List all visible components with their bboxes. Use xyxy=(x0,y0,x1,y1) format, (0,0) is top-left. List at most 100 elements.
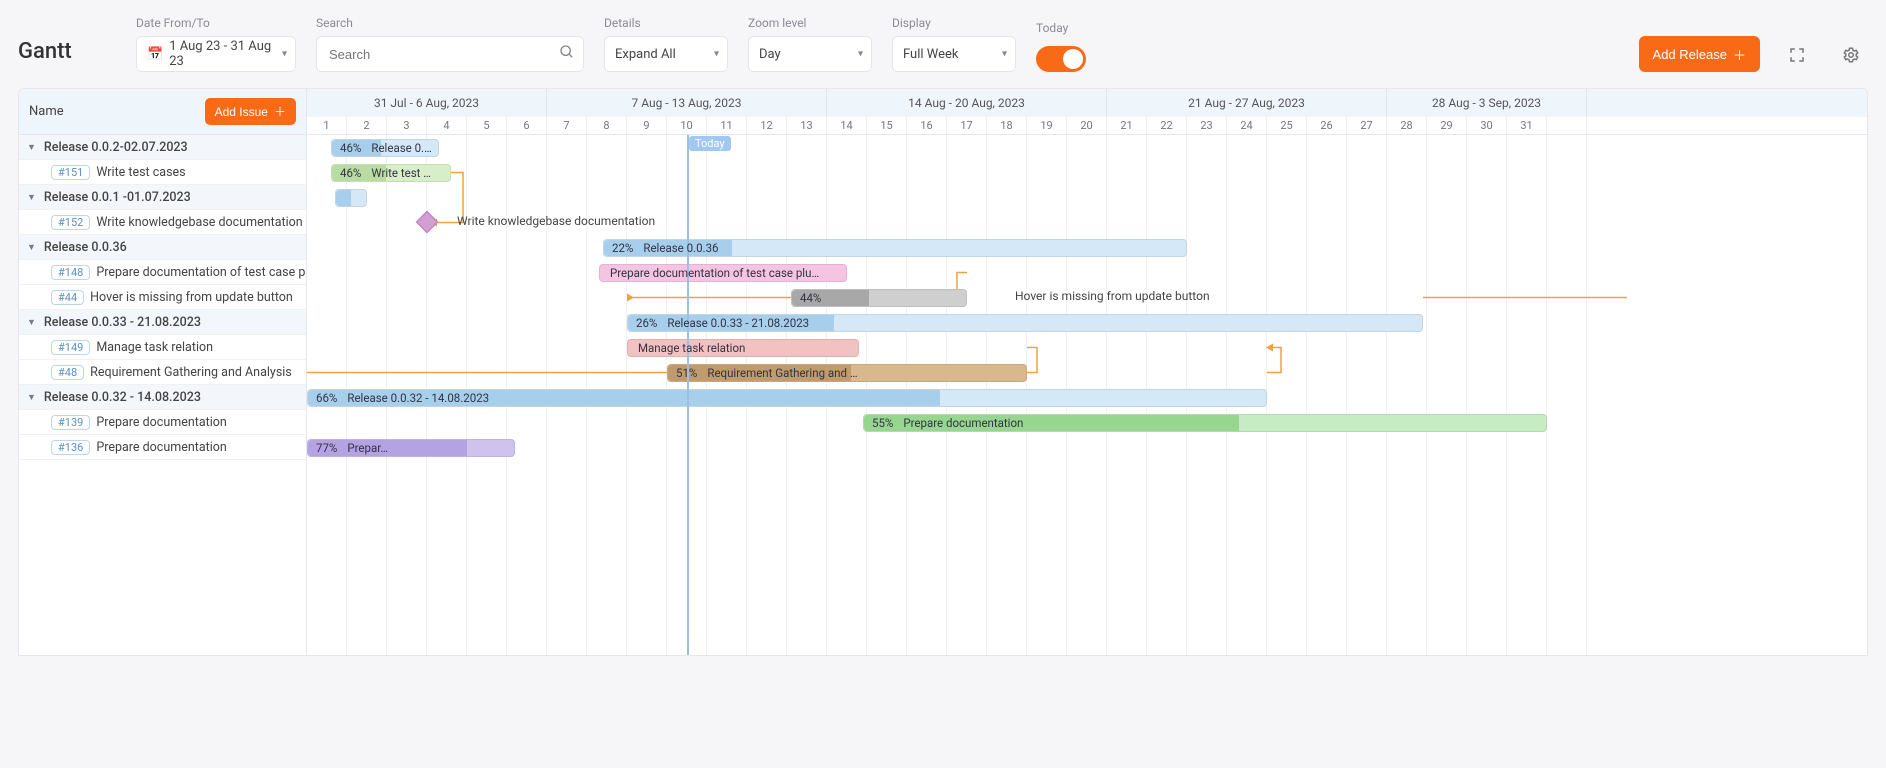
gantt-bar-label: Release 0.… xyxy=(361,141,431,155)
gantt-bar[interactable]: 51%Requirement Gathering and … xyxy=(667,364,1027,382)
day-header: 23 xyxy=(1187,117,1227,134)
day-header: 13 xyxy=(787,117,827,134)
gantt-bar[interactable]: 66%Release 0.0.32 - 14.08.2023 xyxy=(307,389,1267,407)
add-issue-button[interactable]: Add Issue ＋ xyxy=(205,98,296,125)
gantt-bar[interactable]: Manage task relation xyxy=(627,339,859,357)
date-label: Date From/To xyxy=(136,16,296,30)
gantt-bar-pct: 55% xyxy=(864,416,893,430)
day-header: 15 xyxy=(867,117,907,134)
day-header: 14 xyxy=(827,117,867,134)
release-label: Release 0.0.1 -01.07.2023 xyxy=(44,190,191,205)
chevron-down-icon: ▾ xyxy=(1002,49,1007,60)
settings-button[interactable] xyxy=(1834,38,1868,72)
issue-label: Requirement Gathering and Analysis xyxy=(90,365,292,380)
milestone-icon[interactable] xyxy=(416,211,439,234)
search-label: Search xyxy=(316,16,584,30)
issue-label: Manage task relation xyxy=(96,340,213,355)
release-row[interactable]: ▼Release 0.0.32 - 14.08.2023 xyxy=(19,385,306,410)
search-control: Search xyxy=(316,16,584,72)
gantt-bar[interactable] xyxy=(335,189,367,207)
day-header: 31 xyxy=(1507,117,1547,134)
page-title: Gantt xyxy=(18,39,116,72)
gantt-bar[interactable]: 77%Prepar… xyxy=(307,439,515,457)
issue-label: Write test cases xyxy=(96,165,185,180)
gantt-bar[interactable]: 46%Write test … xyxy=(331,164,451,182)
display-value: Full Week xyxy=(903,47,958,62)
day-header: 1 xyxy=(307,117,347,134)
issue-tag[interactable]: #48 xyxy=(51,365,84,380)
day-header: 3 xyxy=(387,117,427,134)
gantt-bar[interactable]: 26%Release 0.0.33 - 21.08.2023 xyxy=(627,314,1423,332)
release-row[interactable]: ▼ Release 0.0.36 xyxy=(19,235,306,260)
date-range-value: 1 Aug 23 - 31 Aug 23 xyxy=(169,39,285,69)
issue-tag[interactable]: #44 xyxy=(51,290,84,305)
zoom-value: Day xyxy=(759,47,781,62)
gantt-bar[interactable]: 55%Prepare documentation xyxy=(863,414,1547,432)
day-header: 12 xyxy=(747,117,787,134)
issue-label: Prepare documentation xyxy=(96,440,226,455)
date-range-header: 7 Aug - 13 Aug, 2023 xyxy=(547,89,827,117)
issue-tag[interactable]: #151 xyxy=(51,165,90,180)
release-label: Release 0.0.36 xyxy=(44,240,127,255)
day-header: 4 xyxy=(427,117,467,134)
gantt-bar[interactable]: Prepare documentation of test case plu… xyxy=(599,264,847,282)
today-toggle[interactable] xyxy=(1036,46,1086,72)
task-row[interactable]: #149 Manage task relation xyxy=(19,335,306,360)
search-input-wrap[interactable] xyxy=(316,36,584,72)
gantt-bar-label: Prepare documentation xyxy=(893,416,1023,430)
display-control: Display Full Week ▾ xyxy=(892,16,1016,72)
zoom-select[interactable]: Day ▾ xyxy=(748,36,872,72)
collapse-icon: ▼ xyxy=(27,242,36,253)
issue-label: Hover is missing from update button xyxy=(90,290,293,305)
gear-icon xyxy=(1842,46,1860,64)
release-row[interactable]: ▼Release 0.0.2-02.07.2023 xyxy=(19,135,306,160)
milestone-label: Write knowledgebase documentation xyxy=(457,214,655,228)
gantt-bar[interactable]: 44% xyxy=(791,289,967,307)
bar-side-label: Hover is missing from update button xyxy=(1015,289,1210,303)
day-header: 2 xyxy=(347,117,387,134)
details-control: Details Expand All ▾ xyxy=(604,16,728,72)
issue-tag[interactable]: #136 xyxy=(51,440,90,455)
date-range-header: 14 Aug - 20 Aug, 2023 xyxy=(827,89,1107,117)
task-row[interactable]: #152Write knowledgebase documentation xyxy=(19,210,306,235)
day-header: 28 xyxy=(1387,117,1427,134)
details-value: Expand All xyxy=(615,47,676,62)
task-row[interactable]: #44 Hover is missing from update button xyxy=(19,285,306,310)
issue-tag[interactable]: #152 xyxy=(51,215,90,230)
gantt-bar-pct: 46% xyxy=(332,166,361,180)
day-header: 20 xyxy=(1067,117,1107,134)
plus-icon: ＋ xyxy=(274,103,286,120)
task-row[interactable]: #136 Prepare documentation xyxy=(19,435,306,460)
gantt-bar[interactable]: 46%Release 0.… xyxy=(331,139,439,157)
today-control: Today xyxy=(1036,21,1086,72)
gantt-bar-label: Prepar… xyxy=(337,441,388,455)
issue-tag[interactable]: #139 xyxy=(51,415,90,430)
issue-tag[interactable]: #148 xyxy=(51,265,90,280)
release-label: Release 0.0.33 - 21.08.2023 xyxy=(44,315,201,330)
add-release-button[interactable]: Add Release ＋ xyxy=(1639,36,1760,72)
calendar-icon: 📅 xyxy=(147,47,163,62)
release-label: Release 0.0.32 - 14.08.2023 xyxy=(44,390,201,405)
day-header: 10 xyxy=(667,117,707,134)
fullscreen-button[interactable] xyxy=(1780,38,1814,72)
gantt-bar-label: Prepare documentation of test case plu… xyxy=(600,266,819,280)
release-row[interactable]: ▼Release 0.0.33 - 21.08.2023 xyxy=(19,310,306,335)
details-select[interactable]: Expand All ▾ xyxy=(604,36,728,72)
task-row[interactable]: #148Prepare documentation of test case p… xyxy=(19,260,306,285)
gantt-bar-label: Release 0.0.36 xyxy=(633,241,718,255)
task-row[interactable]: #151 Write test cases xyxy=(19,160,306,185)
issue-tag[interactable]: #149 xyxy=(51,340,90,355)
day-header: 29 xyxy=(1427,117,1467,134)
task-row[interactable]: #48 Requirement Gathering and Analysis xyxy=(19,360,306,385)
display-select[interactable]: Full Week ▾ xyxy=(892,36,1016,72)
search-input[interactable] xyxy=(327,46,553,63)
date-range-picker[interactable]: 📅 1 Aug 23 - 31 Aug 23 ▾ xyxy=(136,36,296,72)
day-header: 30 xyxy=(1467,117,1507,134)
task-row[interactable]: #139Prepare documentation xyxy=(19,410,306,435)
gantt-bar[interactable]: 22%Release 0.0.36 xyxy=(603,239,1187,257)
release-row[interactable]: ▼Release 0.0.1 -01.07.2023 xyxy=(19,185,306,210)
plus-icon: ＋ xyxy=(1733,45,1746,64)
day-header: 27 xyxy=(1347,117,1387,134)
day-header: 17 xyxy=(947,117,987,134)
chevron-down-icon: ▾ xyxy=(714,49,719,60)
